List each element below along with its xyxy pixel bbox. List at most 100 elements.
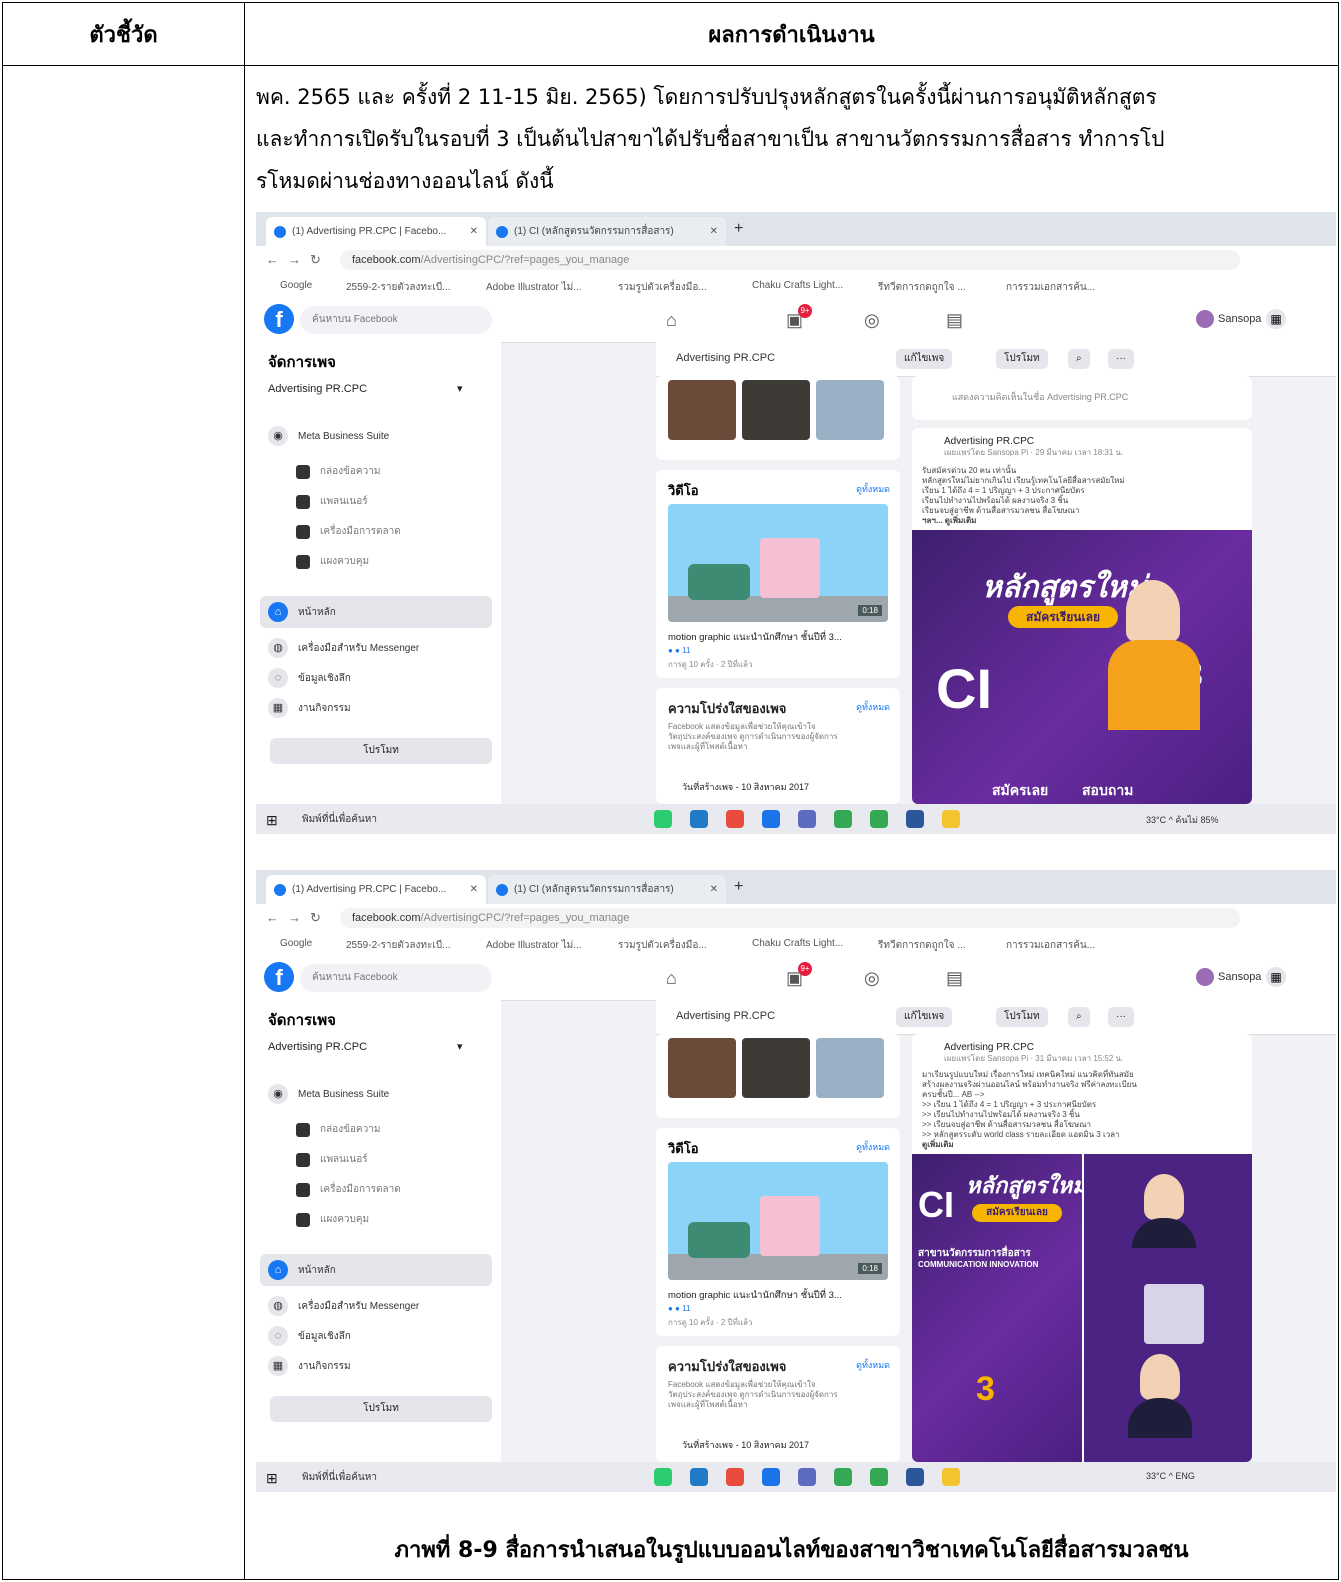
sidebar-item-insights[interactable]: ◌ ข้อมูลเชิงลึก [268, 668, 351, 688]
sidebar-sub-marketing[interactable]: เครื่องมือการตลาด [296, 524, 401, 539]
page-selector[interactable]: Advertising PR.CPC ▾ [268, 382, 463, 395]
photo-thumb[interactable] [742, 1038, 810, 1098]
video-thumbnail[interactable]: 0:18 [668, 1162, 888, 1280]
app-icon[interactable] [798, 810, 816, 828]
groups-icon[interactable]: ◎ [864, 310, 880, 331]
compose-input[interactable]: แสดงความคิดเห็นในชื่อ Advertising PR.CPC [952, 392, 1128, 402]
photo-thumb[interactable] [742, 380, 810, 440]
bookmark-5[interactable]: Chaku Crafts Light... [752, 280, 843, 291]
app-icon[interactable] [726, 1468, 744, 1486]
app-icon[interactable] [690, 810, 708, 828]
sidebar-item-home[interactable]: ⌂ หน้าหลัก [260, 596, 492, 628]
sidebar-item-messenger[interactable]: ◍ เครื่องมือสำหรับ Messenger [268, 1296, 419, 1316]
facebook-search-input[interactable]: ค้นหาบน Facebook [300, 306, 492, 334]
menu-grid-icon[interactable]: ▦ [1266, 967, 1286, 987]
search-icon[interactable]: ⌕ [1068, 1007, 1090, 1027]
video-thumbnail[interactable]: 0:18 [668, 504, 888, 622]
promote-page-button[interactable]: โปรโมท [996, 1007, 1048, 1027]
gaming-icon[interactable]: ▤ [946, 968, 963, 989]
photo-thumb[interactable] [668, 380, 736, 440]
close-icon[interactable]: ✕ [710, 226, 718, 237]
reload-icon[interactable]: ↻ [310, 252, 321, 268]
bookmark-4[interactable]: รวมรูปตัวเครื่องมือ... [618, 938, 707, 953]
search-icon[interactable]: ⌕ [1068, 349, 1090, 369]
url-field[interactable]: facebook.com/AdvertisingCPC/?ref=pages_y… [340, 908, 1240, 928]
groups-icon[interactable]: ◎ [864, 968, 880, 989]
taskbar-search[interactable]: พิมพ์ที่นี่เพื่อค้นหา [302, 1470, 377, 1485]
facebook-search-input[interactable]: ค้นหาบน Facebook [300, 964, 492, 992]
app-icon[interactable] [654, 810, 672, 828]
post-poster-image-1[interactable]: CI หลักสูตรใหม่ สมัครเรียนเลย สาขานวัตกร… [912, 1154, 1082, 1462]
promote-button[interactable]: โปรโมท [270, 738, 492, 764]
sidebar-item-home[interactable]: ⌂ หน้าหลัก [260, 1254, 492, 1286]
windows-start-icon[interactable]: ⊞ [266, 812, 278, 829]
bookmark-3[interactable]: Adobe Illustrator ไม่... [486, 280, 582, 295]
bookmark-5[interactable]: Chaku Crafts Light... [752, 938, 843, 949]
bookmark-7[interactable]: การรวมเอกสารค้น... [1006, 280, 1095, 295]
edit-page-button[interactable]: แก้ไขเพจ [896, 1007, 953, 1027]
forward-icon[interactable]: → [288, 252, 301, 267]
bookmark-6[interactable]: รีทวีตการกดถูกใจ ... [878, 938, 966, 953]
gaming-icon[interactable]: ▤ [946, 310, 963, 331]
browser-tab-1[interactable]: (1) Advertising PR.CPC | Facebo... ✕ [266, 875, 486, 904]
bookmark-2[interactable]: 2559-2-รายตัวลงทะเบี... [346, 938, 451, 953]
chrome-icon[interactable] [834, 1468, 852, 1486]
bookmark-2[interactable]: 2559-2-รายตัวลงทะเบี... [346, 280, 451, 295]
promote-page-button[interactable]: โปรโมท [996, 349, 1048, 369]
folder-icon[interactable] [942, 1468, 960, 1486]
app-icon[interactable] [690, 1468, 708, 1486]
bookmark-7[interactable]: การรวมเอกสารค้น... [1006, 938, 1095, 953]
sidebar-item-events[interactable]: ▦ งานกิจกรรม [268, 698, 351, 718]
photo-thumb[interactable] [668, 1038, 736, 1098]
see-all-link[interactable]: ดูทั้งหมด [856, 1358, 890, 1372]
see-all-link[interactable]: ดูทั้งหมด [856, 482, 890, 496]
url-field[interactable]: facebook.com/AdvertisingCPC/?ref=pages_y… [340, 250, 1240, 270]
video-title[interactable]: motion graphic แนะนำนักศึกษา ชั้นปีที่ 3… [668, 630, 842, 645]
page-selector[interactable]: Advertising PR.CPC ▾ [268, 1040, 463, 1053]
facebook-logo-icon[interactable]: f [264, 962, 294, 992]
bookmark-4[interactable]: รวมรูปตัวเครื่องมือ... [618, 280, 707, 295]
bookmark-3[interactable]: Adobe Illustrator ไม่... [486, 938, 582, 953]
home-icon[interactable]: ⌂ [666, 968, 677, 989]
post-author[interactable]: Advertising PR.CPC [944, 436, 1034, 447]
back-icon[interactable]: ← [266, 910, 279, 925]
sidebar-sub-inbox[interactable]: กล่องข้อความ [296, 1122, 380, 1137]
forward-icon[interactable]: → [288, 910, 301, 925]
browser-tab-1[interactable]: (1) Advertising PR.CPC | Facebo... ✕ [266, 217, 486, 246]
sidebar-item-meta-suite[interactable]: ◉ Meta Business Suite [268, 1084, 389, 1104]
new-tab-icon[interactable]: + [734, 878, 743, 896]
photo-thumb[interactable] [816, 1038, 884, 1098]
more-icon[interactable]: ··· [1108, 349, 1134, 369]
bookmark-google[interactable]: Google [280, 938, 312, 949]
sidebar-item-messenger[interactable]: ◍ เครื่องมือสำหรับ Messenger [268, 638, 419, 658]
see-all-link[interactable]: ดูทั้งหมด [856, 700, 890, 714]
see-all-link[interactable]: ดูทั้งหมด [856, 1140, 890, 1154]
photo-thumb[interactable] [816, 380, 884, 440]
app-icon[interactable] [762, 810, 780, 828]
menu-grid-icon[interactable]: ▦ [1266, 309, 1286, 329]
sidebar-item-meta-suite[interactable]: ◉ Meta Business Suite [268, 426, 389, 446]
close-icon[interactable]: ✕ [470, 226, 478, 237]
sidebar-sub-marketing[interactable]: เครื่องมือการตลาด [296, 1182, 401, 1197]
sidebar-sub-planner[interactable]: แพลนเนอร์ [296, 1152, 368, 1167]
new-tab-icon[interactable]: + [734, 220, 743, 238]
browser-tab-2[interactable]: (1) CI (หลักสูตรนวัตกรรมการสื่อสาร) ✕ [488, 875, 726, 904]
facebook-logo-icon[interactable]: f [264, 304, 294, 334]
home-icon[interactable]: ⌂ [666, 310, 677, 331]
sidebar-item-insights[interactable]: ◌ ข้อมูลเชิงลึก [268, 1326, 351, 1346]
word-icon[interactable] [906, 810, 924, 828]
folder-icon[interactable] [942, 810, 960, 828]
more-icon[interactable]: ··· [1108, 1007, 1134, 1027]
word-icon[interactable] [906, 1468, 924, 1486]
windows-start-icon[interactable]: ⊞ [266, 1470, 278, 1487]
chrome-icon[interactable] [870, 810, 888, 828]
close-icon[interactable]: ✕ [470, 884, 478, 895]
taskbar-search[interactable]: พิมพ์ที่นี่เพื่อค้นหา [302, 812, 377, 827]
browser-tab-2[interactable]: (1) CI (หลักสูตรนวัตกรรมการสื่อสาร) ✕ [488, 217, 726, 246]
sidebar-sub-dashboard[interactable]: แผงควบคุม [296, 1212, 369, 1227]
bookmark-6[interactable]: รีทวีตการกดถูกใจ ... [878, 280, 966, 295]
edit-page-button[interactable]: แก้ไขเพจ [896, 349, 953, 369]
bookmark-google[interactable]: Google [280, 280, 312, 291]
app-icon[interactable] [798, 1468, 816, 1486]
post-poster-image[interactable]: หลักสูตรใหม่ สมัครเรียนเลย CI 3 สมัครเลย… [912, 530, 1252, 804]
